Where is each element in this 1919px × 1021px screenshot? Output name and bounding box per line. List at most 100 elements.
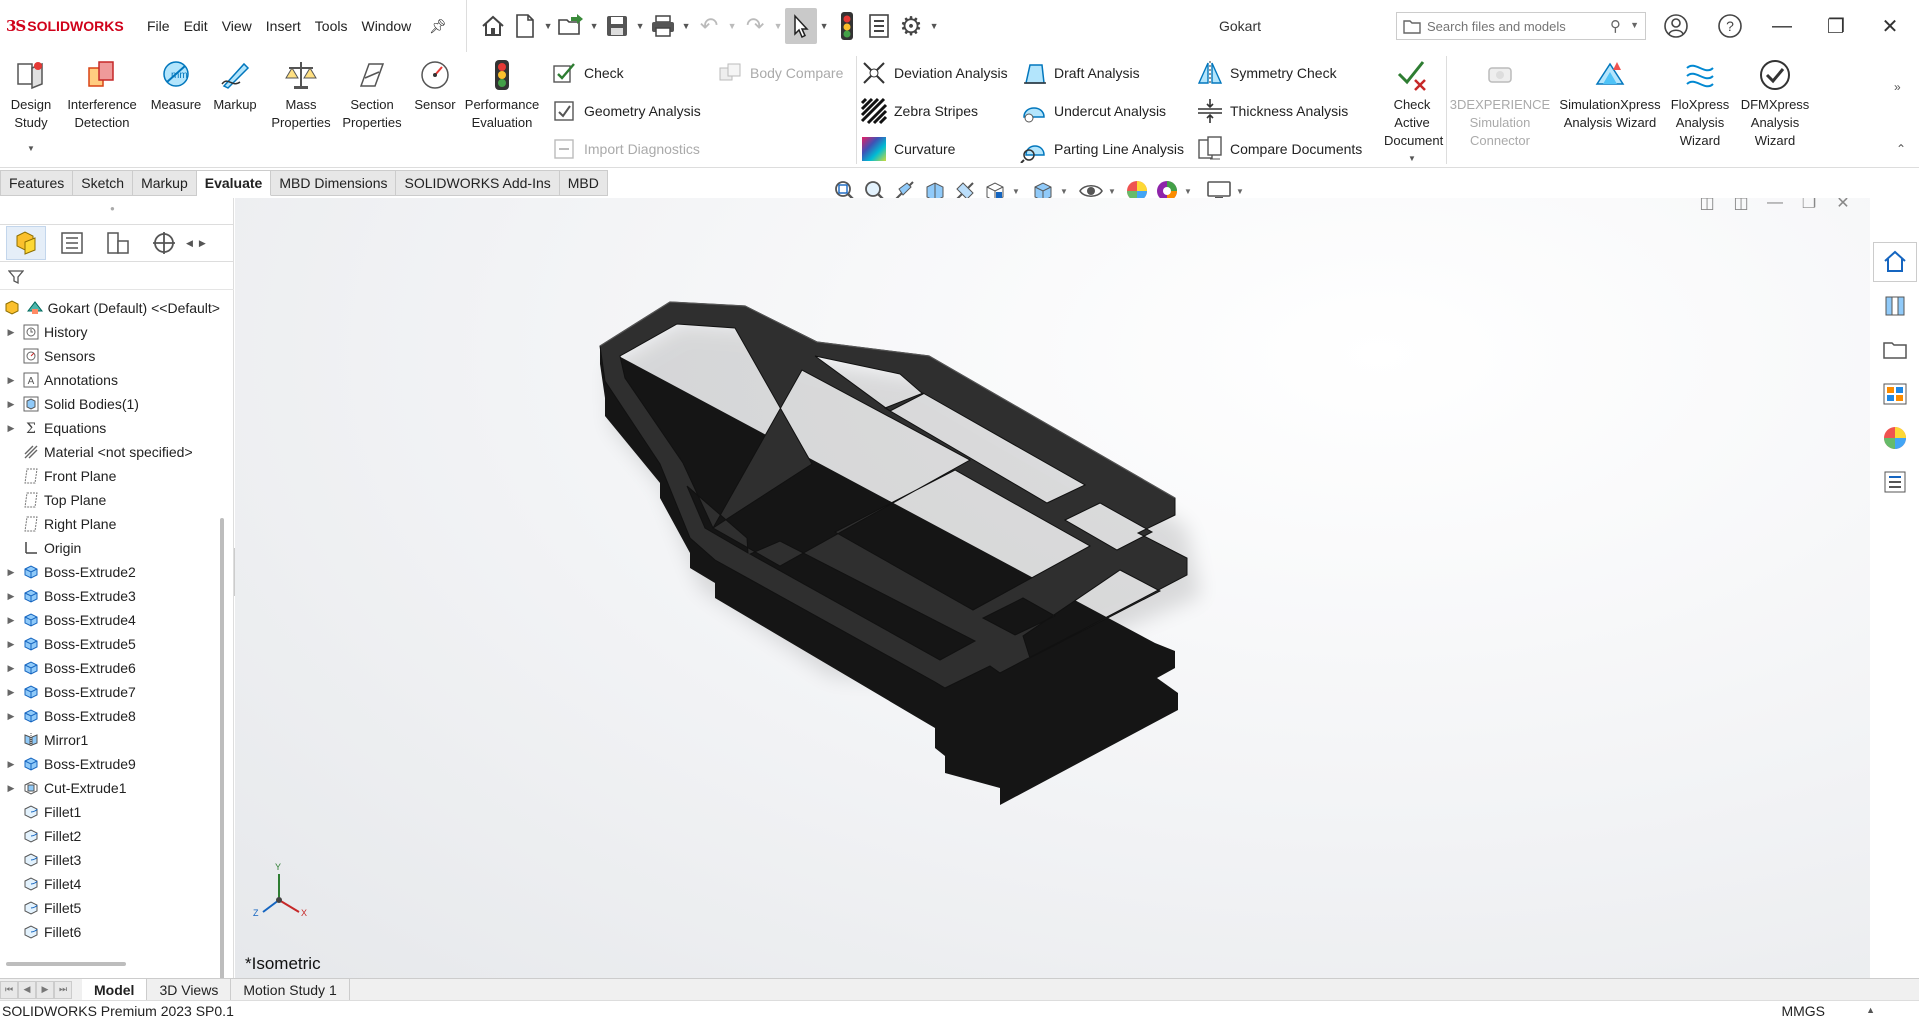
redo-icon[interactable]: ↷ <box>739 8 771 44</box>
solidworks-logo[interactable]: 3S SOLIDWORKS <box>0 0 140 52</box>
tab-solidworks-add-ins[interactable]: SOLIDWORKS Add-Ins <box>396 170 560 196</box>
menu-edit[interactable]: Edit <box>177 18 215 34</box>
geometry-analysis-button[interactable]: Geometry Analysis <box>550 98 701 124</box>
undo-dropdown-icon[interactable]: ▼ <box>725 21 739 31</box>
open-dropdown-icon[interactable]: ▼ <box>587 21 601 31</box>
print-dropdown-icon[interactable]: ▼ <box>679 21 693 31</box>
tree-root-gokart[interactable]: Gokart (Default) <<Default> <box>0 296 220 320</box>
tree-item[interactable]: Sensors <box>0 344 220 368</box>
tabs-scroll-right-icon[interactable]: ▶ <box>199 238 206 249</box>
configurationmanager-tab[interactable] <box>98 226 138 260</box>
markup-button[interactable]: Markup <box>208 58 262 114</box>
tree-item[interactable]: Mirror1 <box>0 728 220 752</box>
gokart-frame-model[interactable] <box>235 198 1870 978</box>
measure-button[interactable]: mm Measure <box>148 58 204 114</box>
appearances-scenes-icon[interactable] <box>1873 418 1917 458</box>
zebra-stripes-button[interactable]: Zebra Stripes <box>860 97 978 125</box>
custom-properties-icon[interactable] <box>1873 462 1917 502</box>
undercut-analysis-button[interactable]: Undercut Analysis <box>1020 98 1166 124</box>
expand-arrow-icon[interactable]: ▶ <box>0 759 22 770</box>
propertymanager-tab[interactable] <box>52 226 92 260</box>
symmetry-check-button[interactable]: Symmetry Check <box>1196 60 1337 86</box>
deviation-analysis-button[interactable]: Deviation Analysis <box>860 60 1008 86</box>
floxpress-analysis-wizard-button[interactable]: FloXpress Analysis Wizard <box>1666 58 1734 150</box>
menu-view[interactable]: View <box>215 18 259 34</box>
mass-properties-button[interactable]: Mass Properties <box>266 58 336 132</box>
undo-icon[interactable]: ↶ <box>693 8 725 44</box>
user-account-icon[interactable] <box>1660 10 1692 42</box>
draft-analysis-button[interactable]: Draft Analysis <box>1020 60 1140 86</box>
tree-item[interactable]: ▶ Boss-Extrude5 <box>0 632 220 656</box>
file-properties-icon[interactable] <box>863 8 895 44</box>
tree-item[interactable]: ▶ Cut-Extrude1 <box>0 776 220 800</box>
compare-documents-button[interactable]: Compare Documents <box>1196 136 1362 162</box>
tree-item[interactable]: ▶ Boss-Extrude8 <box>0 704 220 728</box>
design-study-button[interactable]: Design Study ▼ <box>8 58 54 158</box>
print-icon[interactable] <box>647 8 679 44</box>
options-dropdown-icon[interactable]: ▼ <box>927 21 941 31</box>
tree-item[interactable]: Right Plane <box>0 512 220 536</box>
filter-icon[interactable] <box>8 269 24 285</box>
graphics-area[interactable]: ◫ ◫ — ❐ ✕ Y X Z *Isometric <box>235 198 1870 978</box>
apply-scene-dropdown-icon[interactable]: ▼ <box>1182 187 1194 196</box>
close-window-icon[interactable]: ✕ <box>1874 10 1906 42</box>
menu-window[interactable]: Window <box>354 18 418 34</box>
view-palette-icon[interactable] <box>1873 374 1917 414</box>
tab-evaluate[interactable]: Evaluate <box>196 170 272 196</box>
search-scope-icon[interactable] <box>1403 18 1421 34</box>
design-library-icon[interactable] <box>1873 286 1917 326</box>
tree-item[interactable]: Front Plane <box>0 464 220 488</box>
tree-item[interactable]: Fillet6 <box>0 920 220 944</box>
tree-item[interactable]: Top Plane <box>0 488 220 512</box>
display-style-dropdown-icon[interactable]: ▼ <box>1058 187 1070 196</box>
next-tab-icon[interactable]: ▶ <box>36 980 54 999</box>
minimize-window-icon[interactable]: — <box>1766 10 1798 42</box>
tab-mbd-dimensions[interactable]: MBD Dimensions <box>271 170 397 196</box>
tab-3d-views[interactable]: 3D Views <box>147 978 232 1001</box>
expand-arrow-icon[interactable]: ▶ <box>0 711 22 722</box>
expand-arrow-icon[interactable]: ▶ <box>0 375 22 386</box>
tab-markup[interactable]: Markup <box>133 170 197 196</box>
tree-item[interactable]: Fillet2 <box>0 824 220 848</box>
tab-sketch[interactable]: Sketch <box>73 170 134 196</box>
tree-item[interactable]: ▶ Boss-Extrude9 <box>0 752 220 776</box>
sensor-button[interactable]: Sensor <box>410 58 460 114</box>
redo-dropdown-icon[interactable]: ▼ <box>771 21 785 31</box>
expand-arrow-icon[interactable]: ▶ <box>0 783 22 794</box>
save-icon[interactable] <box>601 8 633 44</box>
menu-tools[interactable]: Tools <box>308 18 355 34</box>
panel-grip-icon[interactable]: ● <box>110 204 115 213</box>
tree-item[interactable]: ▶ History <box>0 320 220 344</box>
expand-arrow-icon[interactable]: ▶ <box>0 639 22 650</box>
feature-tree-filter[interactable] <box>0 264 234 290</box>
restore-window-icon[interactable]: ❐ <box>1820 10 1852 42</box>
search-input[interactable] <box>1427 18 1607 34</box>
view-orientation-dropdown-icon[interactable]: ▼ <box>1010 187 1022 196</box>
import-diagnostics-button[interactable]: Import Diagnostics <box>550 136 700 162</box>
menu-file[interactable]: File <box>140 18 177 34</box>
tree-item[interactable]: ▶ Boss-Extrude7 <box>0 680 220 704</box>
rebuild-icon[interactable] <box>831 8 863 44</box>
tree-item[interactable]: ▶ Solid Bodies(1) <box>0 392 220 416</box>
check-button[interactable]: Check <box>550 60 624 86</box>
expand-arrow-icon[interactable]: ▶ <box>0 399 22 410</box>
3dexperience-simulation-connector-button[interactable]: 3DEXPERIENCE Simulation Connector <box>1448 58 1552 150</box>
select-dropdown-icon[interactable]: ▼ <box>817 21 831 31</box>
expand-arrow-icon[interactable]: ▶ <box>0 615 22 626</box>
design-study-dropdown-icon[interactable]: ▼ <box>8 140 54 158</box>
tree-item[interactable]: ▶ Boss-Extrude6 <box>0 656 220 680</box>
featuremanager-tab[interactable] <box>6 226 46 260</box>
tree-item[interactable]: Fillet3 <box>0 848 220 872</box>
last-tab-icon[interactable]: ⏭ <box>54 980 72 999</box>
options-gear-icon[interactable]: ⚙ <box>895 8 927 44</box>
search-icon[interactable]: ⚲ <box>1610 17 1621 35</box>
section-properties-button[interactable]: Section Properties <box>338 58 406 132</box>
tree-item[interactable]: ▶ A Annotations <box>0 368 220 392</box>
tree-item[interactable]: Material <not specified> <box>0 440 220 464</box>
dfmxpress-analysis-wizard-button[interactable]: DFMXpress Analysis Wizard <box>1736 58 1814 150</box>
interference-detection-button[interactable]: Interference Detection <box>66 58 138 132</box>
help-icon[interactable]: ? <box>1714 10 1746 42</box>
tree-item[interactable]: ▶ Σ Equations <box>0 416 220 440</box>
tab-mbd[interactable]: MBD <box>559 170 608 196</box>
hide-show-dropdown-icon[interactable]: ▼ <box>1106 187 1118 196</box>
